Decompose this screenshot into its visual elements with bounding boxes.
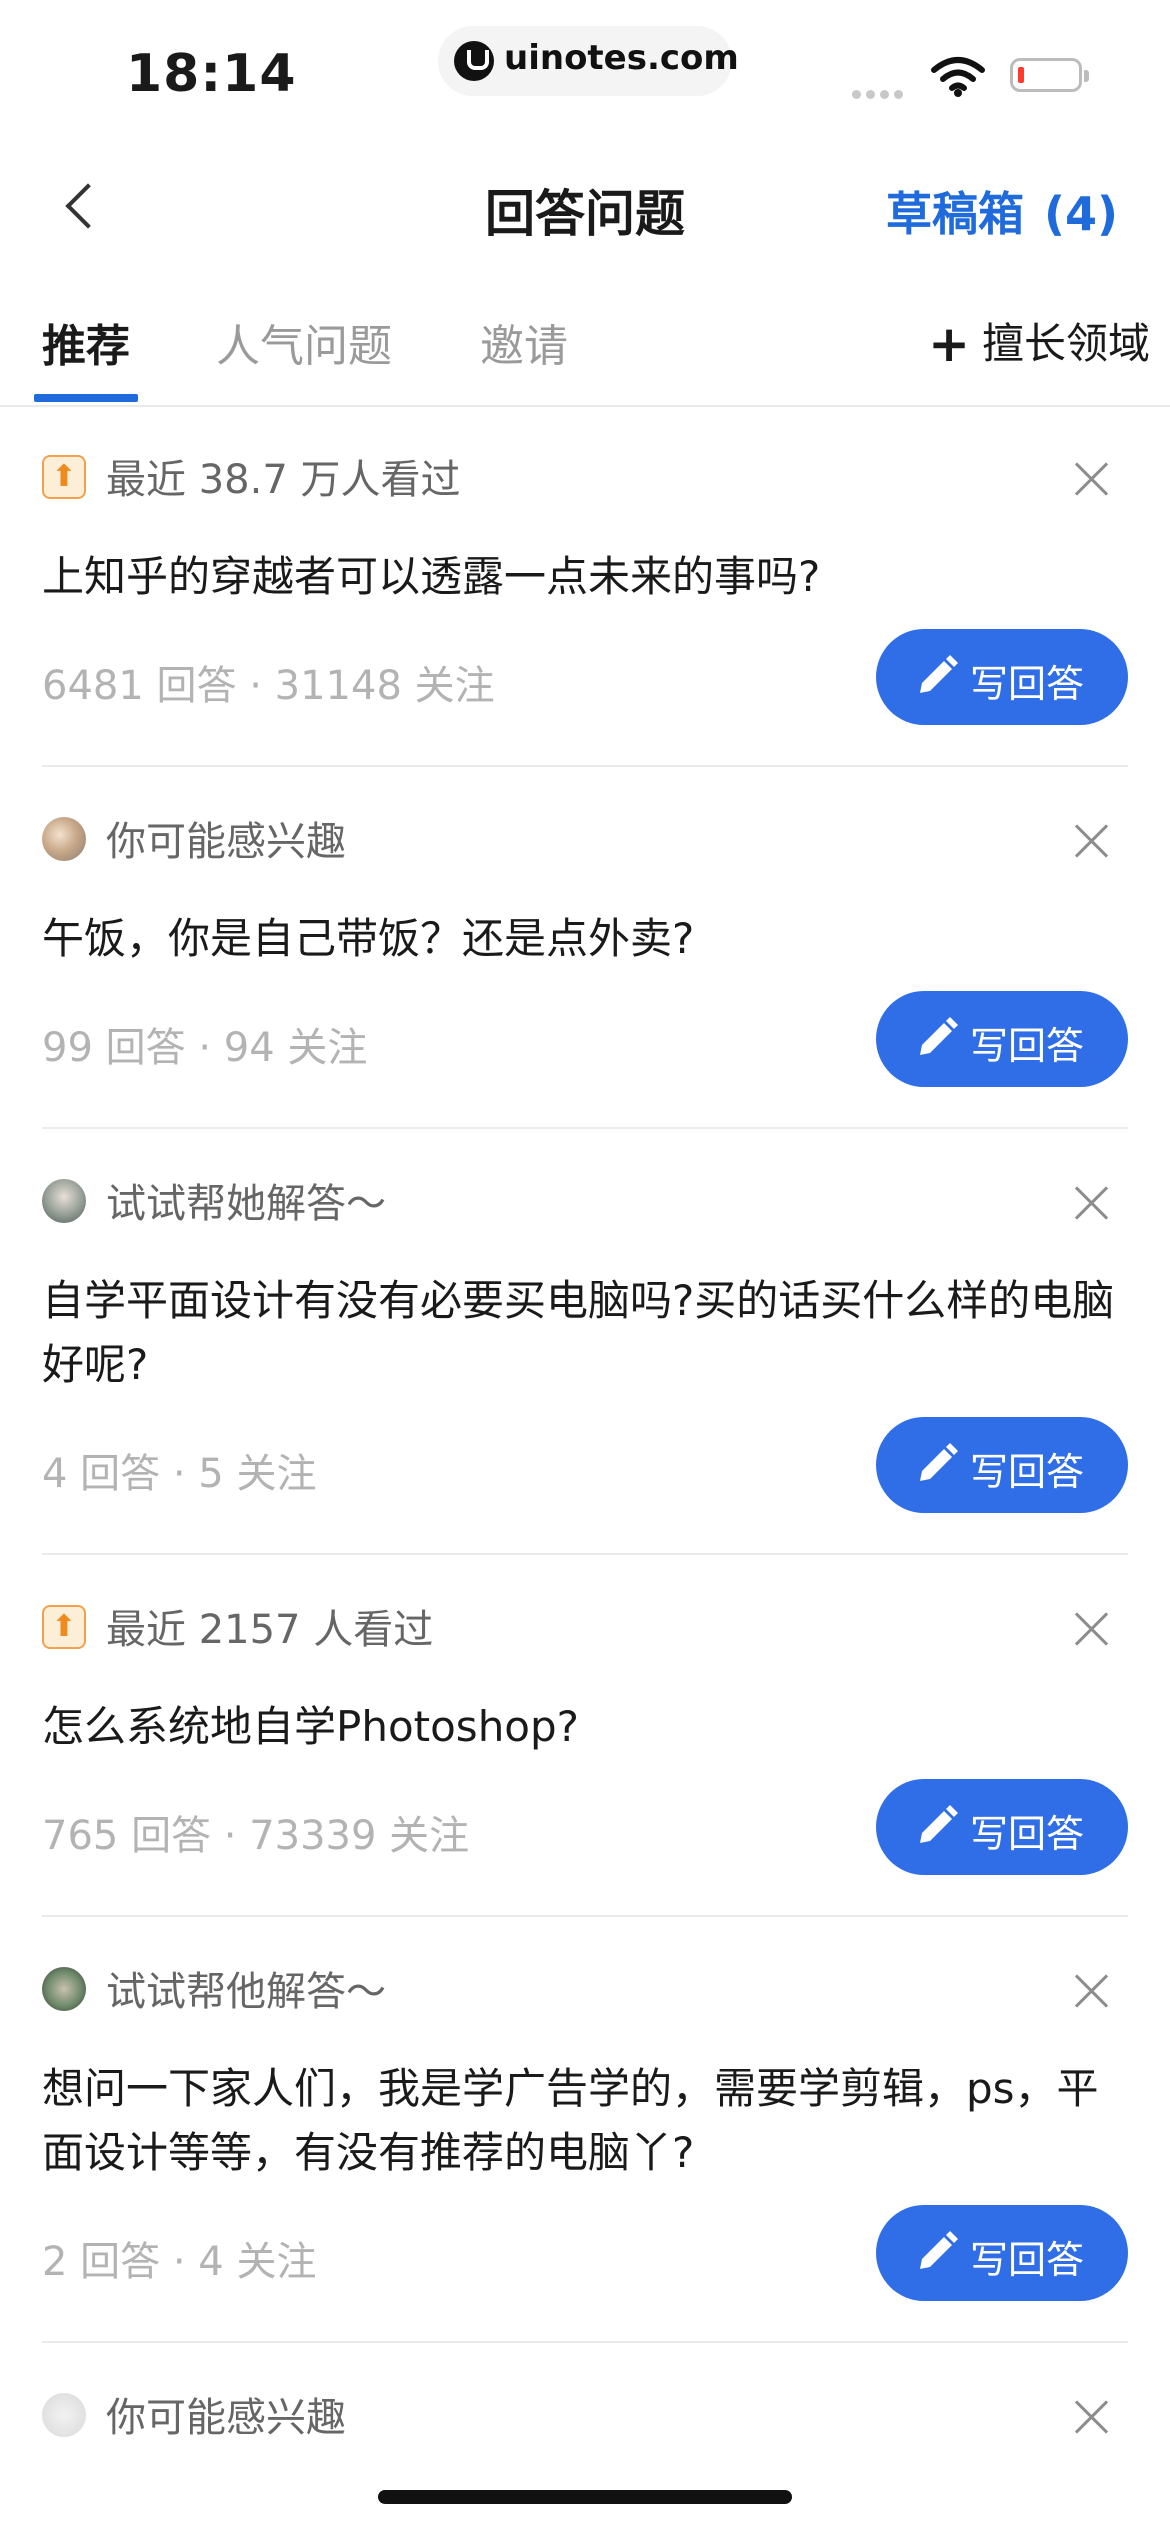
question-footer: 6481 回答 · 31148 关注 写回答 bbox=[42, 629, 1128, 725]
question-footer: 99 回答 · 94 关注 写回答 bbox=[42, 991, 1128, 1087]
dismiss-button[interactable] bbox=[1074, 1185, 1110, 1221]
write-answer-button[interactable]: 写回答 bbox=[876, 1417, 1128, 1513]
dismiss-button[interactable] bbox=[1074, 461, 1110, 497]
battery-icon bbox=[1010, 58, 1089, 92]
trending-up-icon bbox=[42, 1605, 86, 1649]
question-card[interactable]: 试试帮她解答～ 自学平面设计有没有必要买电脑吗?买的话买什么样的电脑好呢? 4 … bbox=[42, 1169, 1128, 1555]
pencil-icon bbox=[920, 2231, 958, 2269]
question-stats: 4 回答 · 5 关注 bbox=[42, 1451, 317, 1497]
question-stats: 2 回答 · 4 关注 bbox=[42, 2239, 317, 2285]
question-card[interactable]: 你可能感兴趣 午饭，你是自己带饭？还是点外卖? 99 回答 · 94 关注 写回… bbox=[42, 807, 1128, 1129]
write-answer-label: 写回答 bbox=[970, 1812, 1085, 1856]
dismiss-button[interactable] bbox=[1074, 2399, 1110, 2435]
question-stats: 6481 回答 · 31148 关注 bbox=[42, 663, 495, 709]
trending-up-icon bbox=[42, 455, 86, 499]
pencil-icon bbox=[920, 1805, 958, 1843]
question-list: 最近 38.7 万人看过 上知乎的穿越者可以透露一点未来的事吗? 6481 回答… bbox=[0, 405, 1170, 2453]
write-answer-label: 写回答 bbox=[970, 1450, 1085, 1494]
reason-text: 最近 38.7 万人看过 bbox=[106, 457, 461, 503]
url-pill[interactable]: uinotes.com bbox=[438, 26, 739, 96]
write-answer-label: 写回答 bbox=[970, 662, 1085, 706]
wifi-icon bbox=[931, 57, 985, 97]
tab-bar: 推荐 人气问题 邀请 + 擅长领域 bbox=[0, 270, 1170, 407]
pencil-icon bbox=[920, 655, 958, 693]
reason-text: 你可能感兴趣 bbox=[106, 819, 346, 865]
question-footer: 2 回答 · 4 关注 写回答 bbox=[42, 2205, 1128, 2301]
question-title[interactable]: 自学平面设计有没有必要买电脑吗?买的话买什么样的电脑好呢? bbox=[42, 1269, 1128, 1397]
reason-text: 最近 2157 人看过 bbox=[106, 1607, 434, 1653]
question-card[interactable]: 你可能感兴趣 bbox=[42, 2383, 1128, 2453]
write-answer-button[interactable]: 写回答 bbox=[876, 991, 1128, 1087]
reason-text: 试试帮她解答～ bbox=[106, 1181, 386, 1227]
tab-popular[interactable]: 人气问题 bbox=[216, 310, 392, 374]
recommend-reason: 试试帮她解答～ bbox=[42, 1169, 1128, 1239]
reason-text: 你可能感兴趣 bbox=[106, 2395, 346, 2441]
status-bar: 18:14 uinotes.com bbox=[0, 0, 1170, 140]
question-footer: 4 回答 · 5 关注 写回答 bbox=[42, 1417, 1128, 1513]
cellular-signal-icon bbox=[852, 84, 908, 103]
active-tab-indicator bbox=[34, 394, 138, 402]
site-logo-icon bbox=[454, 41, 494, 81]
dismiss-button[interactable] bbox=[1074, 823, 1110, 859]
recommend-reason: 最近 38.7 万人看过 bbox=[42, 445, 1128, 515]
question-title[interactable]: 上知乎的穿越者可以透露一点未来的事吗? bbox=[42, 545, 1128, 609]
dismiss-button[interactable] bbox=[1074, 1611, 1110, 1647]
question-stats: 765 回答 · 73339 关注 bbox=[42, 1813, 470, 1859]
drafts-count: (4) bbox=[1043, 187, 1118, 241]
tab-invitations[interactable]: 邀请 bbox=[480, 310, 568, 374]
avatar-icon bbox=[42, 817, 86, 861]
write-answer-button[interactable]: 写回答 bbox=[876, 2205, 1128, 2301]
question-stats: 99 回答 · 94 关注 bbox=[42, 1025, 368, 1071]
question-title[interactable]: 想问一下家人们，我是学广告学的，需要学剪辑，ps，平面设计等等，有没有推荐的电脑… bbox=[42, 2057, 1128, 2185]
question-title[interactable]: 怎么系统地自学Photoshop? bbox=[42, 1695, 1128, 1759]
dismiss-button[interactable] bbox=[1074, 1973, 1110, 2009]
pencil-icon bbox=[920, 1443, 958, 1481]
recommend-reason: 你可能感兴趣 bbox=[42, 2383, 1128, 2453]
url-text: uinotes.com bbox=[504, 38, 739, 78]
recommend-reason: 试试帮他解答～ bbox=[42, 1957, 1128, 2027]
avatar-icon bbox=[42, 1967, 86, 2011]
write-answer-button[interactable]: 写回答 bbox=[876, 629, 1128, 725]
recommend-reason: 你可能感兴趣 bbox=[42, 807, 1128, 877]
drafts-button[interactable]: 草稿箱 (4) bbox=[886, 178, 1118, 244]
drafts-label: 草稿箱 bbox=[885, 187, 1024, 241]
question-title[interactable]: 午饭，你是自己带饭？还是点外卖? bbox=[42, 907, 1128, 971]
status-time: 18:14 bbox=[126, 44, 297, 104]
tab-recommended[interactable]: 推荐 bbox=[42, 310, 130, 374]
write-answer-label: 写回答 bbox=[970, 2238, 1085, 2282]
home-indicator[interactable] bbox=[378, 2490, 792, 2504]
write-answer-label: 写回答 bbox=[970, 1024, 1085, 1068]
expertise-label: 擅长领域 bbox=[981, 319, 1150, 368]
pencil-icon bbox=[920, 1017, 958, 1055]
write-answer-button[interactable]: 写回答 bbox=[876, 1779, 1128, 1875]
reason-text: 试试帮他解答～ bbox=[106, 1969, 386, 2015]
avatar-icon bbox=[42, 2393, 86, 2437]
question-card[interactable]: 最近 38.7 万人看过 上知乎的穿越者可以透露一点未来的事吗? 6481 回答… bbox=[42, 445, 1128, 767]
question-card[interactable]: 最近 2157 人看过 怎么系统地自学Photoshop? 765 回答 · 7… bbox=[42, 1595, 1128, 1917]
plus-icon: + bbox=[928, 315, 970, 373]
expertise-button[interactable]: + 擅长领域 bbox=[928, 310, 1150, 373]
avatar-icon bbox=[42, 1179, 86, 1223]
question-card[interactable]: 试试帮他解答～ 想问一下家人们，我是学广告学的，需要学剪辑，ps，平面设计等等，… bbox=[42, 1957, 1128, 2343]
question-footer: 765 回答 · 73339 关注 写回答 bbox=[42, 1779, 1128, 1875]
nav-bar: 回答问题 草稿箱 (4) bbox=[0, 140, 1170, 270]
recommend-reason: 最近 2157 人看过 bbox=[42, 1595, 1128, 1665]
